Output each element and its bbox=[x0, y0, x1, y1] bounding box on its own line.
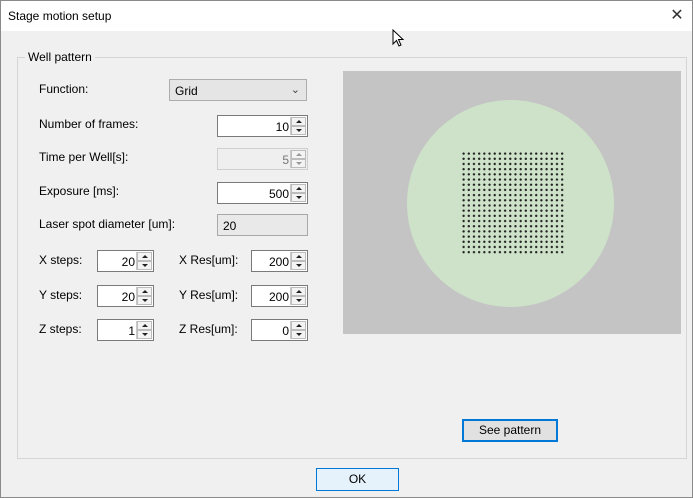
z-steps-value: 1 bbox=[128, 324, 135, 338]
z-res-down-arrow-icon[interactable] bbox=[291, 330, 306, 339]
x-res-label: X Res[um]: bbox=[179, 253, 239, 267]
laser-spot-label: Laser spot diameter [um]: bbox=[39, 217, 176, 231]
z-steps-label: Z steps: bbox=[39, 322, 82, 336]
function-value: Grid bbox=[175, 84, 198, 98]
pattern-preview bbox=[343, 71, 681, 334]
frames-value: 10 bbox=[275, 120, 289, 134]
x-steps-stepper[interactable]: 20 bbox=[97, 250, 154, 272]
time-down-arrow-icon bbox=[291, 159, 306, 168]
z-steps-up-arrow-icon[interactable] bbox=[137, 321, 152, 330]
exposure-label: Exposure [ms]: bbox=[39, 184, 120, 198]
x-steps-label: X steps: bbox=[39, 253, 83, 267]
z-res-stepper[interactable]: 0 bbox=[251, 319, 308, 341]
y-res-label: Y Res[um]: bbox=[179, 288, 239, 302]
window-title: Stage motion setup bbox=[8, 9, 112, 23]
z-res-value: 0 bbox=[282, 324, 289, 338]
exposure-value: 500 bbox=[268, 187, 289, 201]
well-pattern-group-label: Well pattern bbox=[25, 50, 95, 64]
exposure-down-arrow-icon[interactable] bbox=[291, 193, 306, 202]
z-steps-down-arrow-icon[interactable] bbox=[137, 330, 152, 339]
y-steps-stepper[interactable]: 20 bbox=[97, 285, 154, 307]
time-per-well-label: Time per Well[s]: bbox=[39, 150, 129, 164]
frames-up-arrow-icon[interactable] bbox=[291, 117, 306, 126]
exposure-stepper[interactable]: 500 bbox=[217, 182, 308, 204]
y-steps-up-arrow-icon[interactable] bbox=[137, 287, 152, 296]
close-icon[interactable]: ✕ bbox=[666, 5, 688, 27]
function-select[interactable]: Grid ⌄ bbox=[169, 79, 307, 101]
time-up-arrow-icon bbox=[291, 150, 306, 159]
title-bar[interactable]: Stage motion setup ✕ bbox=[1, 1, 692, 31]
y-res-value: 200 bbox=[268, 290, 289, 304]
exposure-up-arrow-icon[interactable] bbox=[291, 184, 306, 193]
chevron-down-icon: ⌄ bbox=[290, 84, 300, 96]
x-res-up-arrow-icon[interactable] bbox=[291, 252, 306, 261]
x-steps-up-arrow-icon[interactable] bbox=[137, 252, 152, 261]
frames-stepper[interactable]: 10 bbox=[217, 115, 308, 137]
spot-grid bbox=[461, 151, 565, 255]
x-steps-down-arrow-icon[interactable] bbox=[137, 261, 152, 270]
x-res-value: 200 bbox=[268, 255, 289, 269]
function-label: Function: bbox=[39, 82, 89, 96]
ok-button[interactable]: OK bbox=[316, 468, 399, 491]
time-per-well-value: 5 bbox=[282, 153, 289, 167]
mouse-cursor-icon bbox=[392, 29, 405, 47]
laser-spot-field: 20 bbox=[217, 214, 308, 236]
dialog-window: Stage motion setup ✕ Well pattern Functi… bbox=[0, 0, 693, 498]
y-res-stepper[interactable]: 200 bbox=[251, 285, 308, 307]
x-res-stepper[interactable]: 200 bbox=[251, 250, 308, 272]
z-res-up-arrow-icon[interactable] bbox=[291, 321, 306, 330]
x-steps-value: 20 bbox=[121, 255, 135, 269]
x-res-down-arrow-icon[interactable] bbox=[291, 261, 306, 270]
z-res-label: Z Res[um]: bbox=[179, 322, 238, 336]
y-steps-down-arrow-icon[interactable] bbox=[137, 296, 152, 305]
y-res-down-arrow-icon[interactable] bbox=[291, 296, 306, 305]
z-steps-stepper[interactable]: 1 bbox=[97, 319, 154, 341]
frames-down-arrow-icon[interactable] bbox=[291, 126, 306, 135]
frames-label: Number of frames: bbox=[39, 117, 139, 131]
see-pattern-button[interactable]: See pattern bbox=[462, 419, 558, 442]
y-steps-value: 20 bbox=[121, 290, 135, 304]
time-per-well-stepper: 5 bbox=[217, 148, 308, 170]
y-steps-label: Y steps: bbox=[39, 288, 83, 302]
laser-spot-value: 20 bbox=[223, 219, 237, 233]
y-res-up-arrow-icon[interactable] bbox=[291, 287, 306, 296]
